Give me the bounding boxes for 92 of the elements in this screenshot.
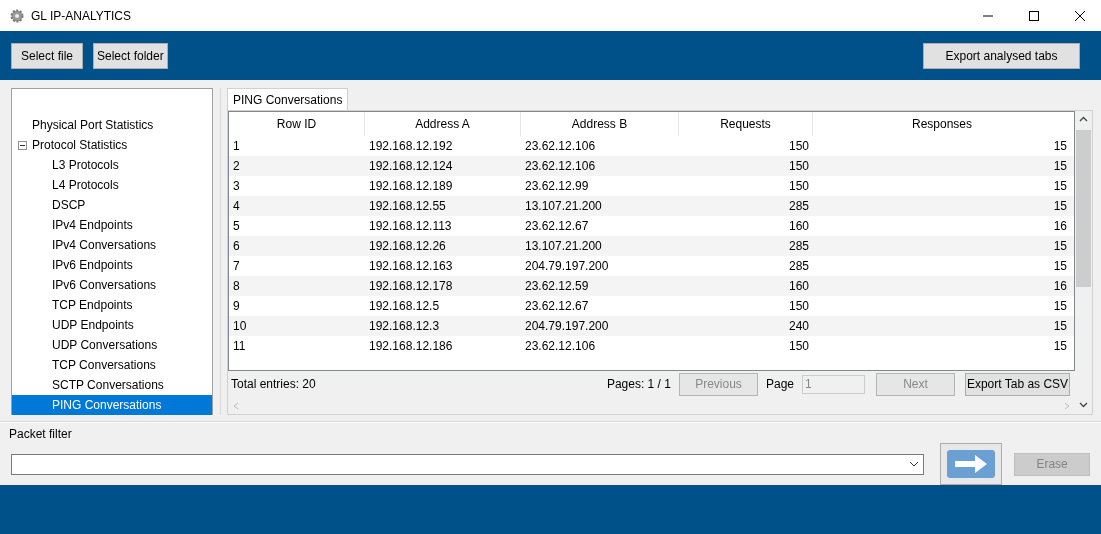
table-cell-text: 23.62.12.106 — [524, 338, 597, 355]
table-cell-text: 9 — [232, 298, 241, 315]
tree-item[interactable]: Physical Port Statistics — [12, 115, 212, 135]
table-cell-text: 15 — [1052, 298, 1068, 315]
collapse-icon[interactable] — [18, 140, 27, 150]
tree-item[interactable]: UDP Conversations — [12, 335, 212, 355]
tree-item[interactable]: SCTP Conversations — [12, 375, 212, 395]
packet-filter-dropdown[interactable] — [11, 453, 925, 475]
close-icon[interactable] — [1074, 9, 1086, 22]
apply-filter-button[interactable] — [940, 443, 1003, 485]
table-cell-text: 7 — [232, 258, 241, 275]
tree-item[interactable]: IPv4 Endpoints — [12, 215, 212, 235]
table-cell-text: 15 — [1052, 258, 1068, 275]
export-analysed-tabs-button[interactable]: Export analysed tabs — [923, 42, 1080, 69]
pages-label: Pages: 1 / 1 — [606, 376, 671, 393]
tree-item[interactable]: UDP Endpoints — [12, 315, 212, 335]
table-cell-text: 15 — [1052, 158, 1068, 175]
tab[interactable]: PING Conversations — [227, 88, 349, 110]
table-cell-text: 150 — [787, 178, 810, 195]
table-cell-text: 192.168.12.26 — [368, 238, 447, 255]
table-cell-text: 15 — [1052, 318, 1068, 335]
window-title: GL IP-ANALYTICS — [31, 7, 132, 25]
tree-item[interactable]: DSCP — [12, 195, 212, 215]
table-cell-text: 23.62.12.106 — [524, 158, 597, 175]
table-cell-text: 3 — [232, 178, 241, 195]
table-cell-text: 192.168.12.178 — [368, 278, 454, 295]
toolbar-button[interactable]: Select file — [11, 42, 83, 69]
packet-filter-label: Packet filter — [9, 426, 73, 439]
table-cell-text: 8 — [232, 278, 241, 295]
total-entries-label: Total entries: 20 — [231, 376, 316, 393]
table-cell-text: 23.62.12.106 — [524, 138, 597, 155]
table-cell-text: 15 — [1052, 178, 1068, 195]
table-cell-text: 160 — [787, 278, 810, 295]
table-cell-text: 192.168.12.5 — [368, 298, 441, 315]
table-cell-text: 192.168.12.3 — [368, 318, 441, 335]
column-header[interactable]: Responses — [813, 112, 1071, 136]
tree-item[interactable]: Protocol Statistics — [12, 135, 212, 155]
table-cell-text: 150 — [787, 158, 810, 175]
table-cell-text: 150 — [787, 138, 810, 155]
table-cell-text: 10 — [232, 318, 248, 335]
table-cell-text: 160 — [787, 218, 810, 235]
table-cell-text: 192.168.12.113 — [368, 218, 453, 235]
table-cell-text: 23.62.12.99 — [524, 178, 590, 195]
table-cell-text: 240 — [787, 318, 810, 335]
tree-item[interactable]: IPv6 Conversations — [12, 275, 212, 295]
tree-item[interactable]: L3 Protocols — [12, 155, 212, 175]
tree-item[interactable]: IPv4 Conversations — [12, 235, 212, 255]
table-cell-text: 15 — [1052, 338, 1068, 355]
table-cell-text: 192.168.12.55 — [368, 198, 447, 215]
scrollbar-thumb[interactable] — [1076, 130, 1091, 287]
table-cell-text: 15 — [1052, 198, 1068, 215]
table-cell-text: 13.107.21.200 — [524, 238, 603, 255]
table-cell-text: 285 — [787, 198, 810, 215]
export-csv-button[interactable]: Export Tab as CSV — [965, 372, 1070, 396]
table-cell-text: 285 — [787, 238, 810, 255]
table-cell-text: 2 — [232, 158, 241, 175]
table-cell-text: 204.79.197.200 — [524, 258, 610, 275]
table-cell-text: 15 — [1052, 238, 1068, 255]
table-cell-text: 285 — [787, 258, 810, 275]
tree-item[interactable]: TCP Conversations — [12, 355, 212, 375]
table-cell-text: 23.62.12.67 — [524, 218, 590, 235]
table-cell-text: 11 — [232, 338, 247, 355]
table-cell-text: 1 — [232, 138, 241, 155]
table-cell-text: 4 — [232, 198, 241, 215]
chevron-down-icon — [909, 461, 920, 467]
scroll-down-icon[interactable] — [1079, 400, 1088, 409]
tree-item[interactable]: TCP Endpoints — [12, 295, 212, 315]
table-cell-text: 204.79.197.200 — [524, 318, 610, 335]
page-label: Page — [765, 376, 794, 393]
table-cell-text: 16 — [1052, 278, 1068, 295]
table-cell-text: 192.168.12.189 — [368, 178, 454, 195]
table-cell-text: 150 — [787, 298, 810, 315]
table-cell-text: 16 — [1052, 218, 1068, 235]
scroll-up-icon[interactable] — [1079, 115, 1088, 124]
toolbar-button[interactable]: Select folder — [93, 42, 168, 69]
table-cell-text: 23.62.12.67 — [524, 298, 590, 315]
tree-item[interactable]: L4 Protocols — [12, 175, 212, 195]
tree-item[interactable]: IPv6 Endpoints — [12, 255, 212, 275]
table-cell-text: 192.168.12.163 — [368, 258, 454, 275]
table-cell-text: 13.107.21.200 — [524, 198, 603, 215]
table-cell-text: 23.62.12.59 — [524, 278, 590, 295]
arrow-right-icon — [947, 450, 996, 478]
gear-icon — [10, 8, 24, 23]
table-cell-text: 150 — [787, 338, 810, 355]
table-cell-text: 6 — [232, 238, 241, 255]
table-cell-text: 15 — [1052, 138, 1068, 155]
table-cell-text: 192.168.12.124 — [368, 158, 454, 175]
table-cell-text: 192.168.12.192 — [368, 138, 454, 155]
table-cell-text: 5 — [232, 218, 241, 235]
tree-item[interactable]: PING Conversations — [12, 395, 212, 415]
table-cell-text: 192.168.12.186 — [368, 338, 454, 355]
maximize-icon[interactable] — [1028, 9, 1040, 22]
